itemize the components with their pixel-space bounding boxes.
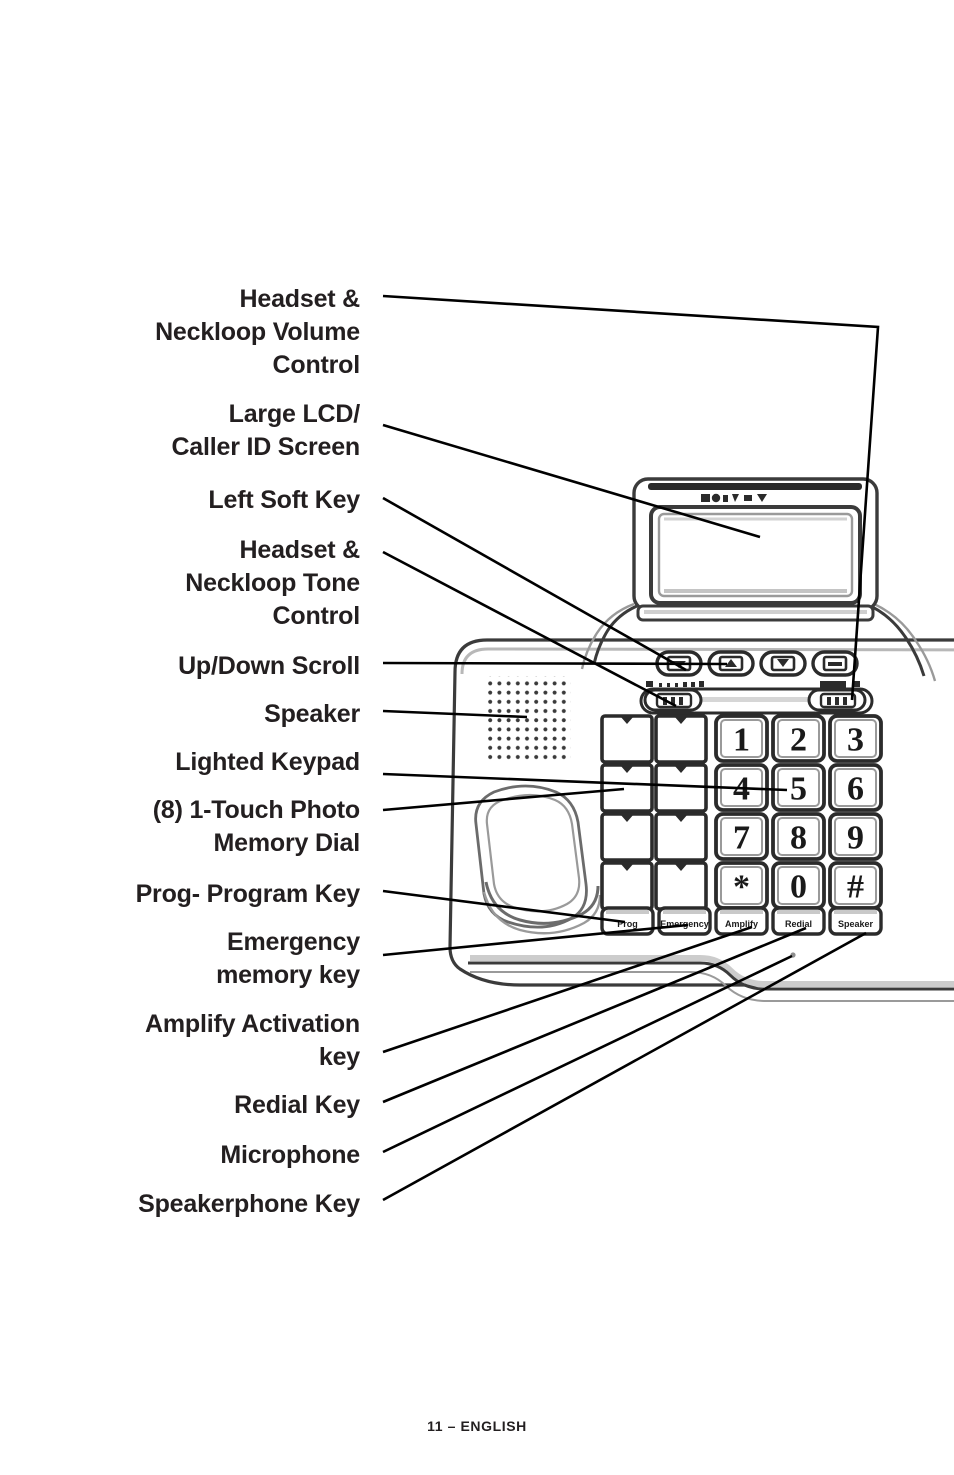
keypad-key-8[interactable]: 8 [771, 812, 826, 861]
photo-memory-key[interactable] [654, 763, 708, 813]
keypad-key-6[interactable]: 6 [828, 763, 883, 812]
key-label: 0 [790, 869, 807, 906]
key-label: 7 [733, 820, 750, 857]
callout-label-microphone: Microphone [220, 1141, 360, 1169]
key-label: 6 [847, 771, 864, 808]
function-key-emergency[interactable]: Emergency [657, 906, 712, 936]
manual-page: 1 2 3 4 5 6 7 8 9 * 0 # Prog Emergency Amplify Redial S… [0, 0, 954, 1475]
volume-slider[interactable] [807, 688, 867, 712]
photo-memory-key[interactable] [654, 714, 708, 764]
callout-label-lighted-keypad: Lighted Keypad [175, 748, 360, 776]
keypad-key-5[interactable]: 5 [771, 763, 826, 812]
callout-label-headset-neckloop-volume-control: Headset & Neckloop Volume Control [155, 285, 360, 379]
photo-memory-key[interactable] [600, 812, 654, 862]
keypad-key-hash[interactable]: # [828, 861, 883, 910]
right-soft-key[interactable] [811, 650, 859, 677]
keypad-key-7[interactable]: 7 [714, 812, 769, 861]
key-label: 9 [847, 820, 864, 857]
callout-label-photo-memory-dial: (8) 1-Touch Photo Memory Dial [152, 796, 360, 857]
photo-memory-key[interactable] [600, 861, 654, 911]
callout-label-large-lcd-caller-id-screen: Large LCD/ Caller ID Screen [171, 400, 360, 461]
key-bevel [663, 910, 706, 914]
key-label: 5 [790, 771, 807, 808]
keypad-key-star[interactable]: * [714, 861, 769, 910]
key-bevel [777, 910, 820, 914]
keypad-key-2[interactable]: 2 [771, 714, 826, 763]
callout-label-redial-key: Redial Key [234, 1091, 360, 1119]
key-label: Redial [785, 919, 812, 929]
key-bevel [834, 910, 877, 914]
photo-memory-key[interactable] [600, 763, 654, 813]
callout-label-up-down-scroll: Up/Down Scroll [178, 652, 360, 680]
key-label: Speaker [838, 919, 874, 929]
key-bevel [606, 910, 649, 914]
callout-label-emergency-memory-key: Emergency memory key [216, 928, 360, 989]
keypad-key-3[interactable]: 3 [828, 714, 883, 763]
callout-label-headset-neckloop-tone-control: Headset & Neckloop Tone Control [185, 536, 360, 630]
callout-label-speaker: Speaker [264, 700, 360, 728]
function-key-speaker[interactable]: Speaker [828, 906, 883, 936]
photo-memory-key[interactable] [654, 861, 708, 911]
keypad-key-1[interactable]: 1 [714, 714, 769, 763]
page-footer: 11 – ENGLISH [427, 1418, 527, 1434]
key-bevel [720, 910, 763, 914]
key-label: 1 [733, 722, 750, 759]
key-label: # [847, 869, 864, 906]
speaker-grille [487, 676, 571, 760]
callout-label-program-key: Prog- Program Key [135, 880, 361, 908]
photo-memory-key[interactable] [654, 812, 708, 862]
leader-scroll [382, 661, 728, 666]
key-label: 3 [847, 722, 864, 759]
key-label: Amplify [725, 919, 758, 929]
key-label: 2 [790, 722, 807, 759]
photo-memory-key[interactable] [600, 714, 654, 764]
key-label: * [733, 869, 750, 906]
scroll-down-key[interactable] [759, 650, 807, 677]
keypad-key-0[interactable]: 0 [771, 861, 826, 910]
callout-label-left-soft-key: Left Soft Key [208, 486, 360, 514]
callout-label-speakerphone-key: Speakerphone Key [138, 1190, 360, 1218]
keypad-key-9[interactable]: 9 [828, 812, 883, 861]
callout-label-column: Headset & Neckloop Volume Control Large L… [0, 0, 361, 1475]
callout-label-amplify-activation-key: Amplify Activation key [145, 1010, 360, 1071]
key-label: 8 [790, 820, 807, 857]
